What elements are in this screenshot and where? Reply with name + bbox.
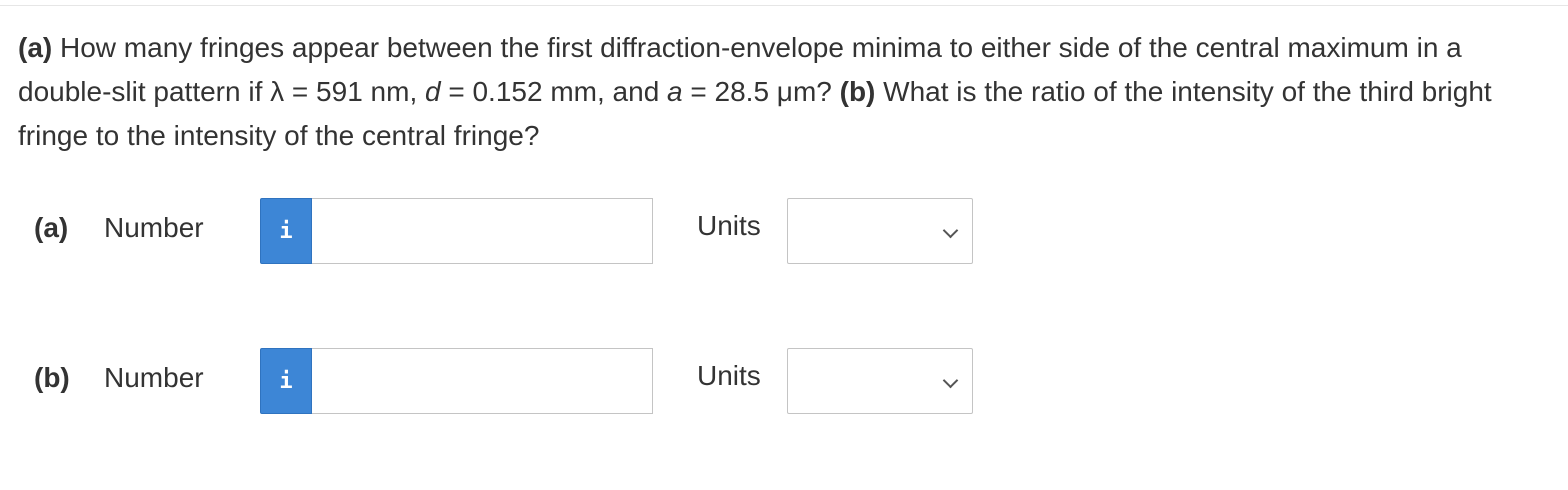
part-label: (b) (34, 362, 70, 393)
question-text-segment: = 28.5 μm? (682, 76, 840, 107)
info-button[interactable]: i (260, 348, 312, 414)
info-icon: i (279, 368, 293, 394)
variable-d: d (425, 76, 441, 107)
part-label: (a) (34, 212, 69, 243)
info-icon: i (279, 218, 293, 244)
chevron-down-icon (942, 372, 959, 389)
variable-a: a (667, 76, 683, 107)
units-dropdown-b[interactable] (787, 348, 973, 414)
question-part-a-tag: (a) (18, 32, 53, 63)
number-input-b[interactable] (312, 348, 653, 414)
top-divider (0, 5, 1568, 6)
units-dropdown-a[interactable] (787, 198, 973, 264)
number-label: Number (104, 362, 204, 393)
question-part-b-tag: (b) (839, 76, 876, 107)
units-label: Units (697, 360, 761, 391)
chevron-down-icon (942, 222, 959, 239)
units-label: Units (697, 210, 761, 241)
question-text-segment: = 0.152 mm, and (440, 76, 668, 107)
number-label: Number (104, 212, 204, 243)
info-button[interactable]: i (260, 198, 312, 264)
answer-row-a: (a) Number i Units (0, 198, 1000, 264)
answer-row-b: (b) Number i Units (0, 348, 1000, 414)
question-text: (a) How many fringes appear between the … (18, 26, 1548, 158)
number-input-a[interactable] (312, 198, 653, 264)
